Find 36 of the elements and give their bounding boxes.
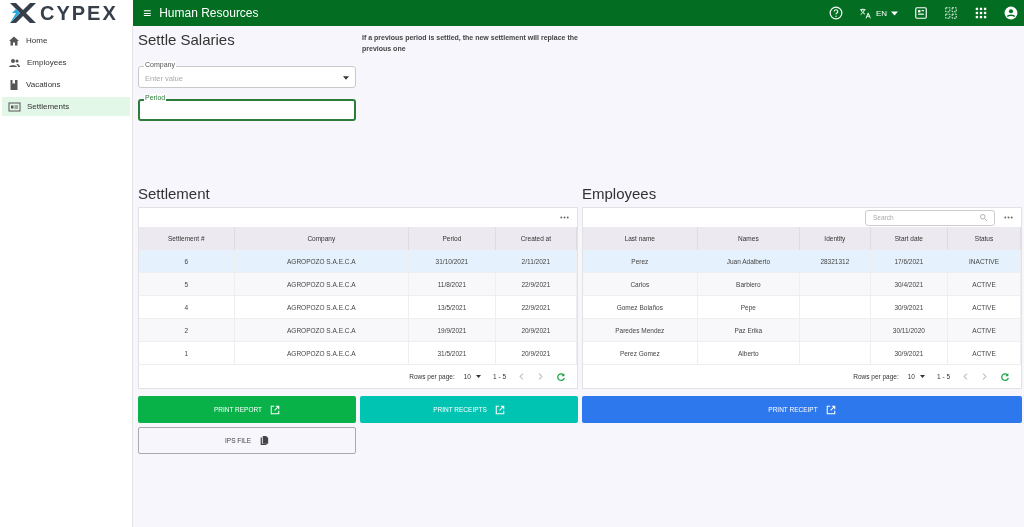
- app-title: Human Resources: [159, 6, 259, 20]
- language-selector[interactable]: EN: [858, 6, 898, 20]
- caret-icon: [476, 375, 481, 379]
- sidebar-item[interactable]: Vacations: [2, 75, 130, 94]
- people-icon: [8, 56, 21, 69]
- more-icon[interactable]: [560, 216, 569, 220]
- external-link-icon: [825, 404, 836, 415]
- grid-layout-icon[interactable]: [944, 6, 958, 20]
- menu-button[interactable]: ≡: [143, 5, 152, 21]
- sidebar-item[interactable]: Employees: [2, 53, 130, 72]
- external-link-icon: [270, 404, 281, 415]
- card-icon: [8, 100, 21, 113]
- files-icon: [259, 435, 269, 446]
- input-field[interactable]: [138, 99, 356, 121]
- apps-icon[interactable]: [974, 6, 988, 20]
- book-icon: [8, 78, 20, 91]
- caret-icon: [920, 375, 925, 379]
- more-icon[interactable]: [1004, 216, 1013, 220]
- logo-icon: [8, 1, 38, 25]
- account-icon[interactable]: [1004, 6, 1018, 20]
- help-icon[interactable]: [828, 6, 843, 20]
- refresh-icon[interactable]: [1000, 371, 1010, 382]
- caret-icon: [891, 10, 898, 16]
- section-title: Employees: [582, 185, 658, 202]
- caret-icon: [343, 76, 349, 80]
- sidebar-item[interactable]: Home: [2, 31, 130, 50]
- search-icon: [979, 213, 988, 223]
- external-link-icon: [494, 404, 505, 415]
- dashboard-icon[interactable]: [914, 6, 928, 20]
- refresh-icon[interactable]: [556, 371, 566, 382]
- page-title: Settle Salaries: [138, 31, 236, 48]
- sidebar-item[interactable]: Settlements: [2, 97, 130, 116]
- translate-icon: [858, 6, 872, 20]
- section-title: Settlement: [138, 185, 211, 202]
- logo-text: CYPEX: [40, 1, 118, 25]
- home-icon: [8, 34, 20, 47]
